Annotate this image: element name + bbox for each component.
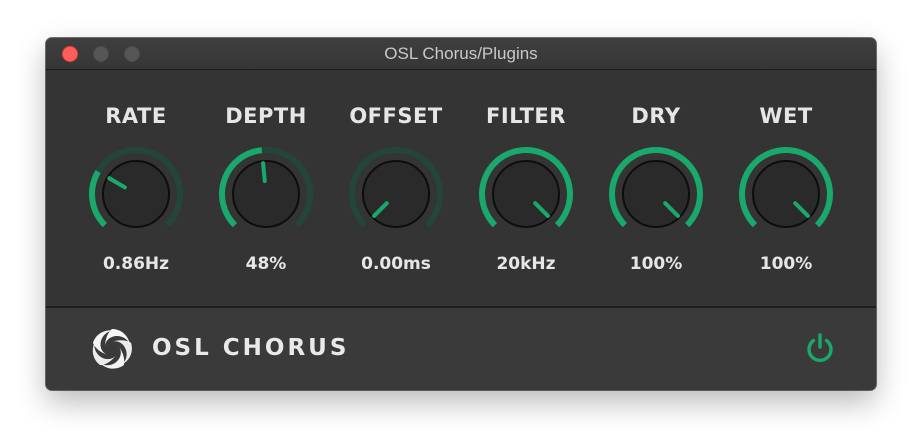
window-title: OSL Chorus/Plugins — [384, 44, 538, 63]
offset-label: OFFSET — [349, 104, 443, 128]
depth-value: 48% — [245, 254, 287, 274]
dry-value: 100% — [629, 254, 683, 274]
rate-control: RATE 0.86Hz — [71, 70, 201, 306]
wet-control: WET 100% — [721, 70, 851, 306]
knob-body — [102, 160, 170, 228]
rate-value: 0.86Hz — [102, 254, 170, 274]
filter-knob[interactable] — [476, 144, 576, 244]
depth-control: DEPTH 48% — [201, 70, 331, 306]
rate-label: RATE — [105, 104, 167, 128]
footer-bar: OSL CHORUS — [46, 308, 876, 390]
offset-value: 0.00ms — [361, 254, 431, 274]
brand-name: OSL CHORUS — [152, 335, 350, 361]
power-icon — [807, 333, 833, 363]
offset-control: OFFSET 0.00ms — [331, 70, 461, 306]
knob-body — [232, 160, 300, 228]
depth-label: DEPTH — [225, 104, 307, 128]
depth-knob[interactable] — [216, 144, 316, 244]
knob-pointer — [261, 161, 267, 184]
controls-panel: RATE 0.86Hz DEPTH 48% OFFSET 0.00ms FILT… — [46, 70, 876, 306]
dry-label: DRY — [631, 104, 681, 128]
dry-knob[interactable] — [606, 144, 706, 244]
wet-value: 100% — [759, 254, 813, 274]
filter-label: FILTER — [486, 104, 566, 128]
offset-knob[interactable] — [346, 144, 446, 244]
filter-control: FILTER 20kHz — [461, 70, 591, 306]
rate-knob[interactable] — [86, 144, 186, 244]
plugin-window: OSL Chorus/Plugins RATE 0.86Hz DEPTH 48%… — [46, 38, 876, 390]
dry-control: DRY 100% — [591, 70, 721, 306]
wet-knob[interactable] — [736, 144, 836, 244]
wet-label: WET — [759, 104, 813, 128]
power-button[interactable] — [802, 330, 838, 366]
swirl-logo-icon — [92, 329, 132, 369]
title-bar[interactable]: OSL Chorus/Plugins — [46, 38, 876, 70]
filter-value: 20kHz — [496, 254, 556, 274]
